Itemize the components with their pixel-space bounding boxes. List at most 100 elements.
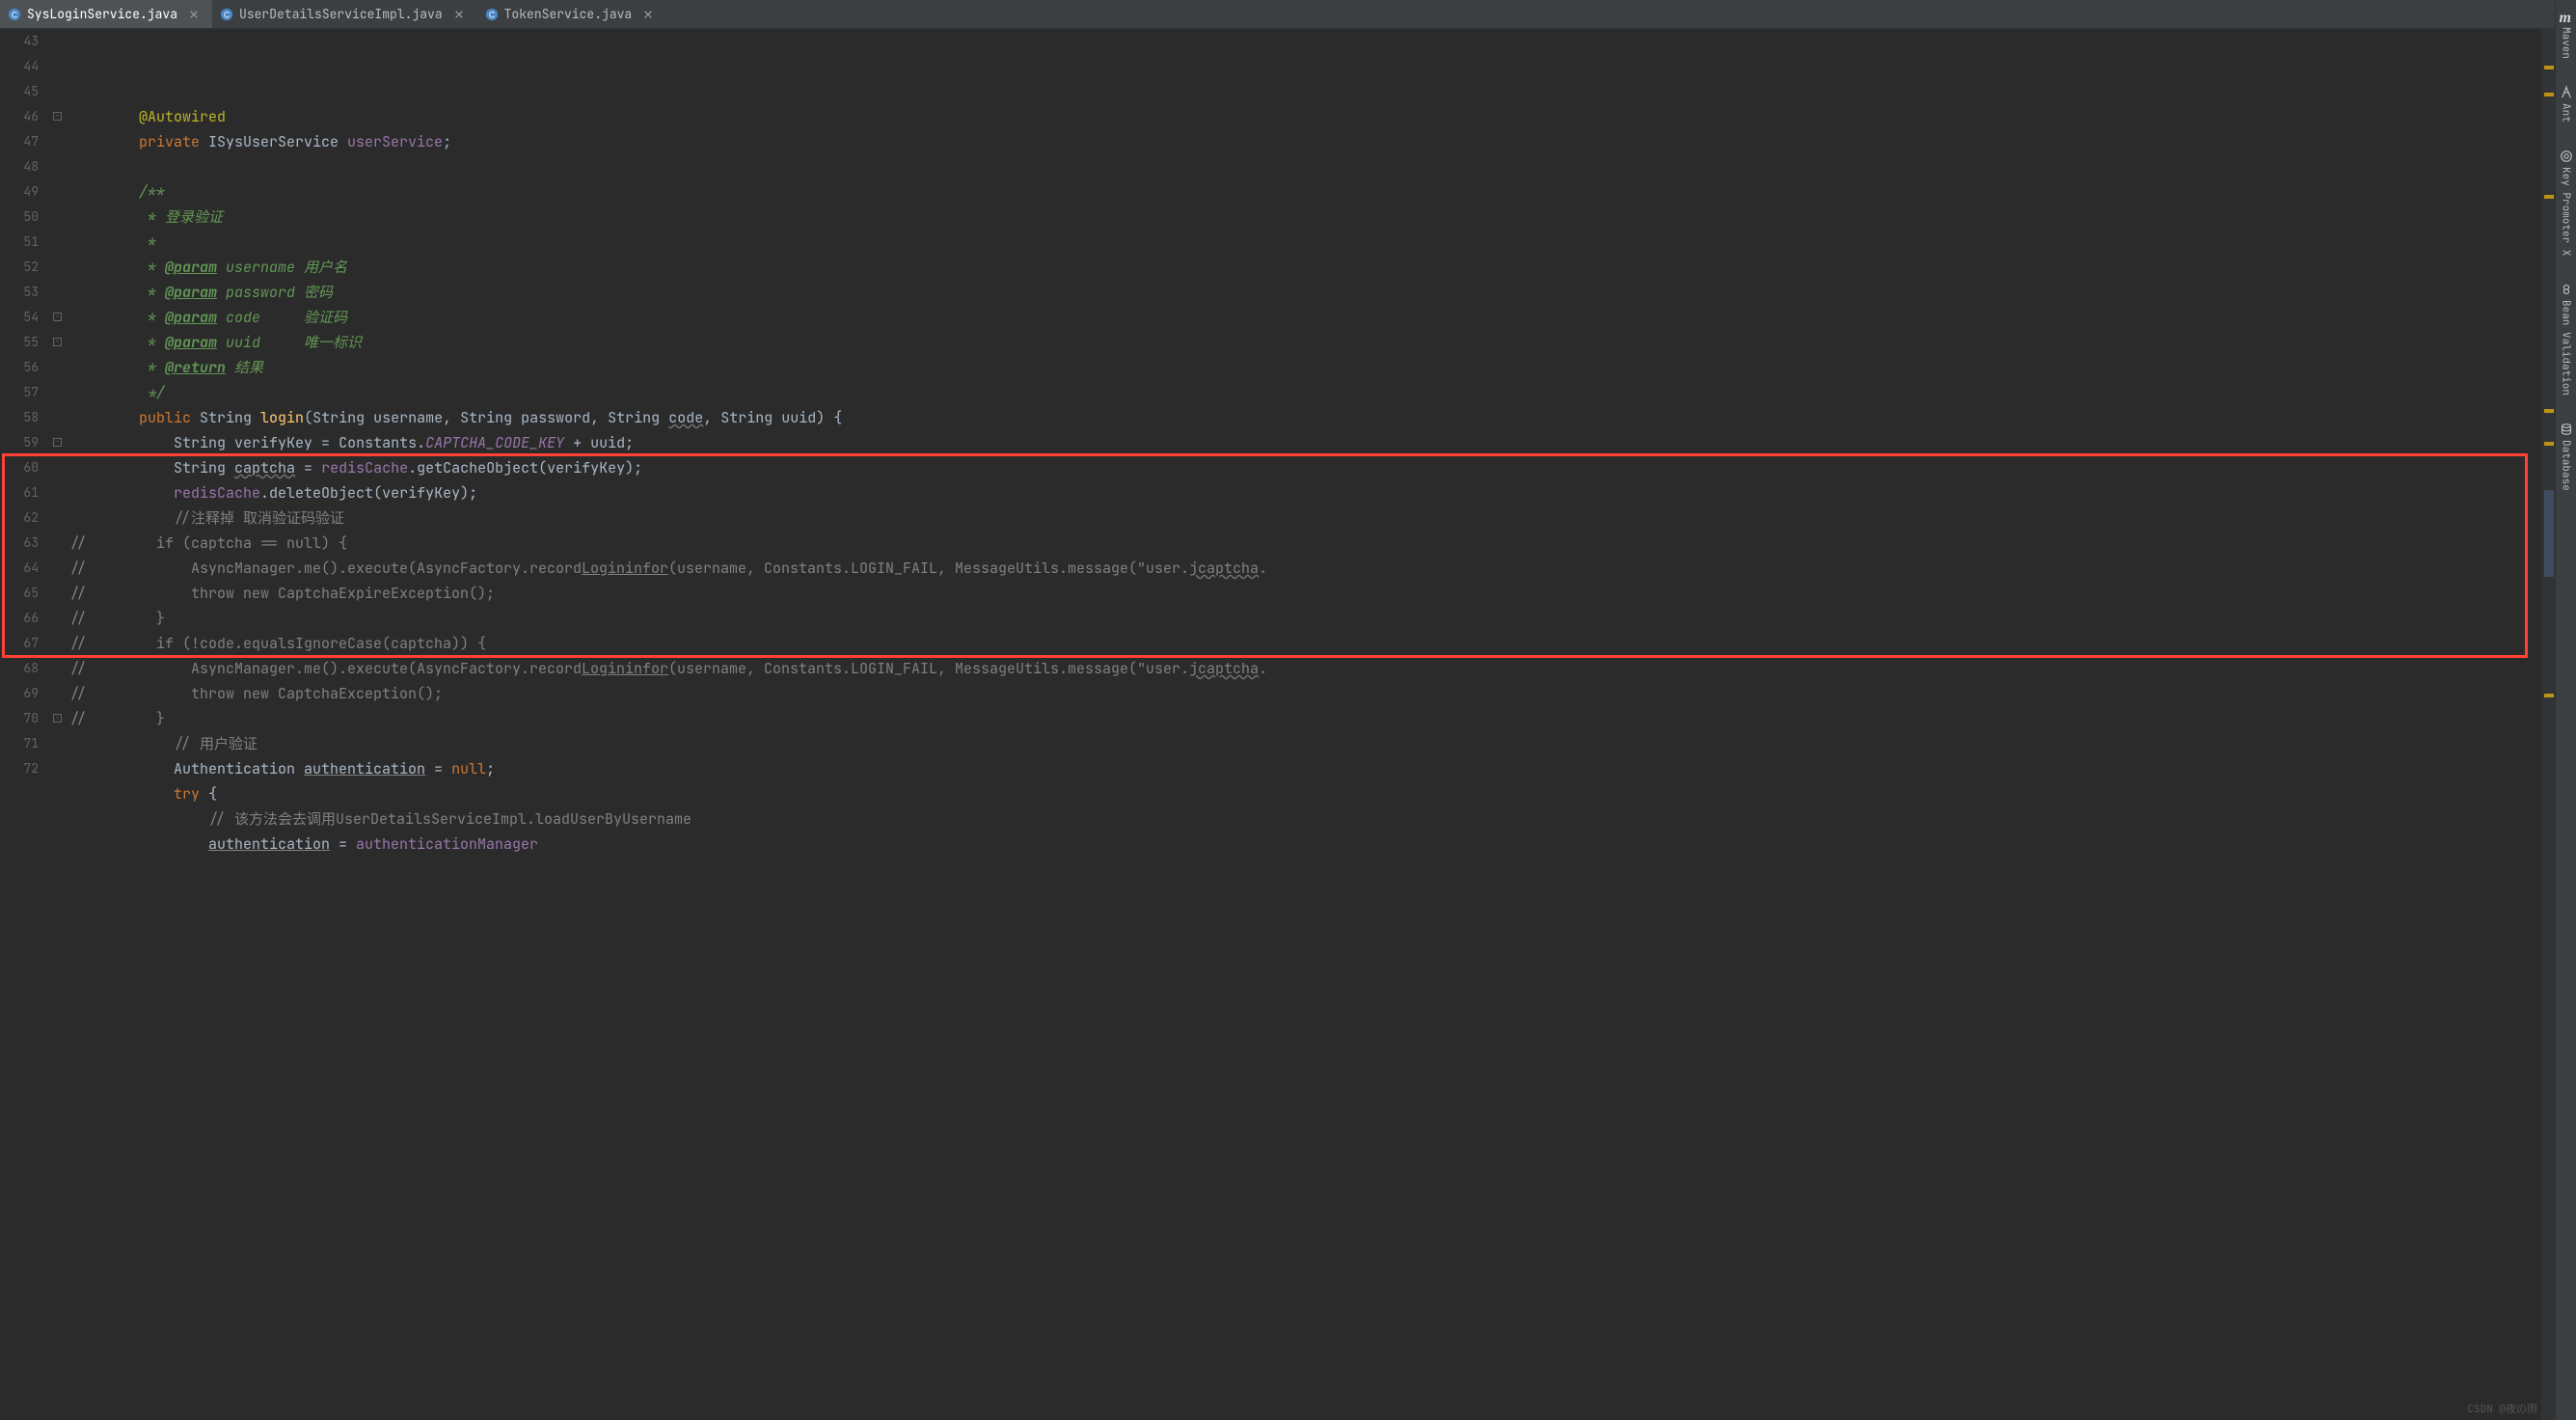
code-line[interactable] xyxy=(69,154,2541,179)
code-line[interactable]: /** xyxy=(69,179,2541,205)
line-number[interactable]: 61 xyxy=(0,480,39,505)
warning-marker[interactable] xyxy=(2544,195,2554,199)
fold-handle[interactable]: - xyxy=(53,112,62,121)
code-line[interactable]: // throw new CaptchaExpireException(); xyxy=(69,581,2541,606)
line-number[interactable]: 52 xyxy=(0,255,39,280)
code-line[interactable]: * @param password 密码 xyxy=(69,280,2541,305)
code-line[interactable]: //注释掉 取消验证码验证 xyxy=(69,505,2541,531)
fold-handle[interactable]: - xyxy=(53,338,62,346)
error-stripe[interactable] xyxy=(2541,29,2555,1420)
code-line[interactable]: // AsyncManager.me().execute(AsyncFactor… xyxy=(69,556,2541,581)
editor-area[interactable]: 4344454647484950515253545556575859606162… xyxy=(0,29,2555,1420)
svg-text:C: C xyxy=(488,10,494,19)
close-icon[interactable] xyxy=(452,8,466,21)
line-number[interactable]: 66 xyxy=(0,606,39,631)
fold-handle[interactable]: - xyxy=(53,313,62,321)
line-number[interactable]: 70 xyxy=(0,706,39,731)
class-icon: C xyxy=(485,8,499,21)
code-line[interactable]: String captcha = redisCache.getCacheObje… xyxy=(69,455,2541,480)
line-number[interactable]: 53 xyxy=(0,280,39,305)
code-line[interactable]: // 该方法会去调用UserDetailsServiceImpl.loadUse… xyxy=(69,806,2541,832)
toolwindow-label: Maven xyxy=(2560,27,2573,59)
code-line[interactable]: // } xyxy=(69,606,2541,631)
line-number[interactable]: 43 xyxy=(0,29,39,54)
close-icon[interactable] xyxy=(187,8,201,21)
line-number[interactable]: 68 xyxy=(0,656,39,681)
code-line[interactable]: * 登录验证 xyxy=(69,205,2541,230)
tab-userdetailsserviceimpl[interactable]: C UserDetailsServiceImpl.java xyxy=(212,0,477,28)
line-number[interactable]: 47 xyxy=(0,129,39,154)
code-line[interactable]: Authentication authentication = null; xyxy=(69,756,2541,781)
code-line[interactable]: */ xyxy=(69,380,2541,405)
toolwindow-database[interactable]: Database xyxy=(2560,417,2573,497)
line-number[interactable]: 50 xyxy=(0,205,39,230)
toolwindow-label: Key Promoter X xyxy=(2560,167,2573,256)
line-number[interactable]: 60 xyxy=(0,455,39,480)
line-number[interactable]: 69 xyxy=(0,681,39,706)
code-line[interactable]: * @param code 验证码 xyxy=(69,305,2541,330)
line-number[interactable]: 59 xyxy=(0,430,39,455)
line-number[interactable]: 62 xyxy=(0,505,39,531)
tab-label: UserDetailsServiceImpl.java xyxy=(239,6,443,22)
code-line[interactable]: * xyxy=(69,230,2541,255)
fold-handle[interactable]: - xyxy=(53,438,62,447)
line-number[interactable]: 44 xyxy=(0,54,39,79)
code-line[interactable]: redisCache.deleteObject(verifyKey); xyxy=(69,480,2541,505)
code-body[interactable]: @Autowired private ISysUserService userS… xyxy=(66,29,2541,1420)
code-line[interactable]: // 用户验证 xyxy=(69,731,2541,756)
code-line[interactable]: @Autowired xyxy=(69,104,2541,129)
toolwindow-label: Bean Validation xyxy=(2560,300,2573,396)
line-number[interactable]: 63 xyxy=(0,531,39,556)
code-line[interactable]: authentication = authenticationManager xyxy=(69,832,2541,857)
line-number[interactable]: 48 xyxy=(0,154,39,179)
code-line[interactable]: * @param username 用户名 xyxy=(69,255,2541,280)
code-line[interactable]: * @param uuid 唯一标识 xyxy=(69,330,2541,355)
warning-marker[interactable] xyxy=(2544,66,2554,69)
code-line[interactable]: public String login(String username, Str… xyxy=(69,405,2541,430)
code-line[interactable]: // } xyxy=(69,706,2541,731)
warning-marker[interactable] xyxy=(2544,442,2554,446)
code-line[interactable]: // throw new CaptchaException(); xyxy=(69,681,2541,706)
line-number[interactable]: 49 xyxy=(0,179,39,205)
fold-handle[interactable]: - xyxy=(53,714,62,723)
line-number[interactable]: 54 xyxy=(0,305,39,330)
database-icon xyxy=(2560,423,2573,436)
beanvalidation-icon xyxy=(2560,283,2573,296)
line-number[interactable]: 56 xyxy=(0,355,39,380)
change-marker[interactable] xyxy=(2544,490,2554,577)
code-line[interactable]: // AsyncManager.me().execute(AsyncFactor… xyxy=(69,656,2541,681)
line-gutter: 4344454647484950515253545556575859606162… xyxy=(0,29,50,1420)
editor-tabs: CSysLoginService.javaCUserDetailsService… xyxy=(0,0,2555,29)
line-number[interactable]: 72 xyxy=(0,756,39,781)
line-number[interactable]: 55 xyxy=(0,330,39,355)
toolwindow-label: Database xyxy=(2560,440,2573,491)
tab-sysloginservice[interactable]: CSysLoginService.java xyxy=(0,0,212,28)
close-icon[interactable] xyxy=(641,8,655,21)
code-line[interactable]: private ISysUserService userService; xyxy=(69,129,2541,154)
line-number[interactable]: 71 xyxy=(0,731,39,756)
class-icon: C xyxy=(220,8,233,21)
toolwindow-keypromoter[interactable]: Key Promoter X xyxy=(2560,144,2573,261)
tab-tokenservice[interactable]: C TokenService.java xyxy=(477,0,667,28)
svg-text:C: C xyxy=(12,10,17,19)
code-line[interactable]: * @return 结果 xyxy=(69,355,2541,380)
warning-marker[interactable] xyxy=(2544,93,2554,96)
line-number[interactable]: 67 xyxy=(0,631,39,656)
toolwindow-ant[interactable]: Ant xyxy=(2560,80,2573,128)
line-number[interactable]: 51 xyxy=(0,230,39,255)
code-line[interactable]: String verifyKey = Constants.CAPTCHA_COD… xyxy=(69,430,2541,455)
line-number[interactable]: 46 xyxy=(0,104,39,129)
warning-marker[interactable] xyxy=(2544,409,2554,413)
tab-label: TokenService.java xyxy=(504,6,633,22)
line-number[interactable]: 57 xyxy=(0,380,39,405)
toolwindow-maven[interactable]: mMaven xyxy=(2560,4,2573,65)
code-line[interactable]: // if (captcha == null) { xyxy=(69,531,2541,556)
code-line[interactable]: // if (!code.equalsIgnoreCase(captcha)) … xyxy=(69,631,2541,656)
line-number[interactable]: 58 xyxy=(0,405,39,430)
code-line[interactable]: try { xyxy=(69,781,2541,806)
toolwindow-beanvalidation[interactable]: Bean Validation xyxy=(2560,277,2573,401)
line-number[interactable]: 65 xyxy=(0,581,39,606)
line-number[interactable]: 45 xyxy=(0,79,39,104)
line-number[interactable]: 64 xyxy=(0,556,39,581)
warning-marker[interactable] xyxy=(2544,694,2554,697)
